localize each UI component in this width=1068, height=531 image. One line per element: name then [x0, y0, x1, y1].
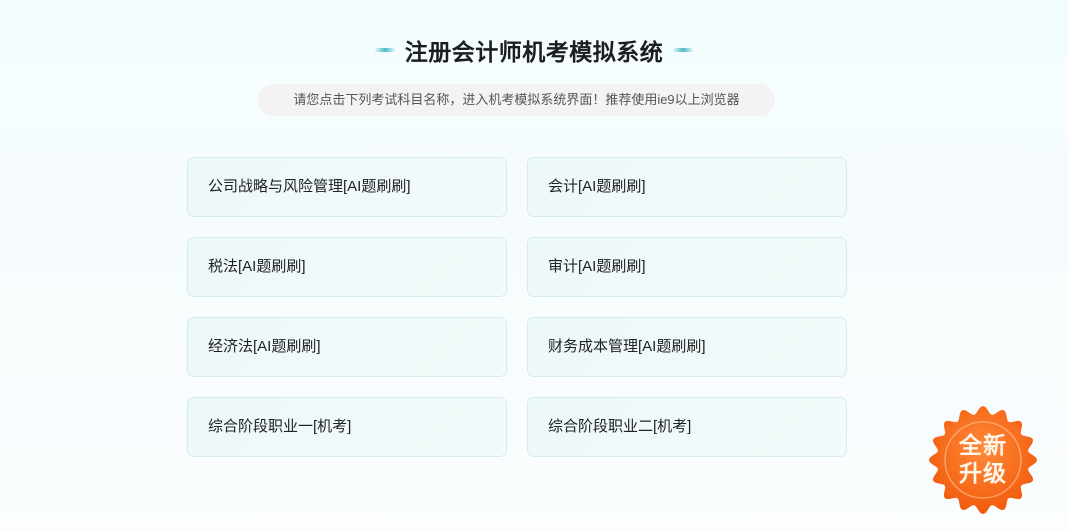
subject-card-tax[interactable]: 税法[AI题刷刷]	[187, 237, 507, 297]
title-decoration-right	[673, 48, 694, 52]
subject-card-economic-law[interactable]: 经济法[AI题刷刷]	[187, 317, 507, 377]
upgrade-badge[interactable]: 全新 升级	[927, 404, 1039, 516]
page-title: 注册会计师机考模拟系统	[0, 33, 1068, 67]
page-title-text: 注册会计师机考模拟系统	[404, 39, 664, 65]
subtitle-notice: 请您点击下列考试科目名称，进入机考模拟系统界面！推荐使用ie9以上浏览器	[258, 84, 775, 116]
subject-card-financial-management[interactable]: 财务成本管理[AI题刷刷]	[527, 317, 847, 377]
title-decoration-left	[374, 48, 395, 52]
subject-card-audit[interactable]: 审计[AI题刷刷]	[527, 237, 847, 297]
badge-line2: 升级	[959, 460, 1007, 486]
subject-card-strategy[interactable]: 公司战略与风险管理[AI题刷刷]	[187, 157, 507, 217]
badge-line1: 全新	[959, 432, 1007, 458]
subject-card-comprehensive-2[interactable]: 综合阶段职业二[机考]	[527, 397, 847, 457]
subject-card-accounting[interactable]: 会计[AI题刷刷]	[527, 157, 847, 217]
subject-card-comprehensive-1[interactable]: 综合阶段职业一[机考]	[187, 397, 507, 457]
